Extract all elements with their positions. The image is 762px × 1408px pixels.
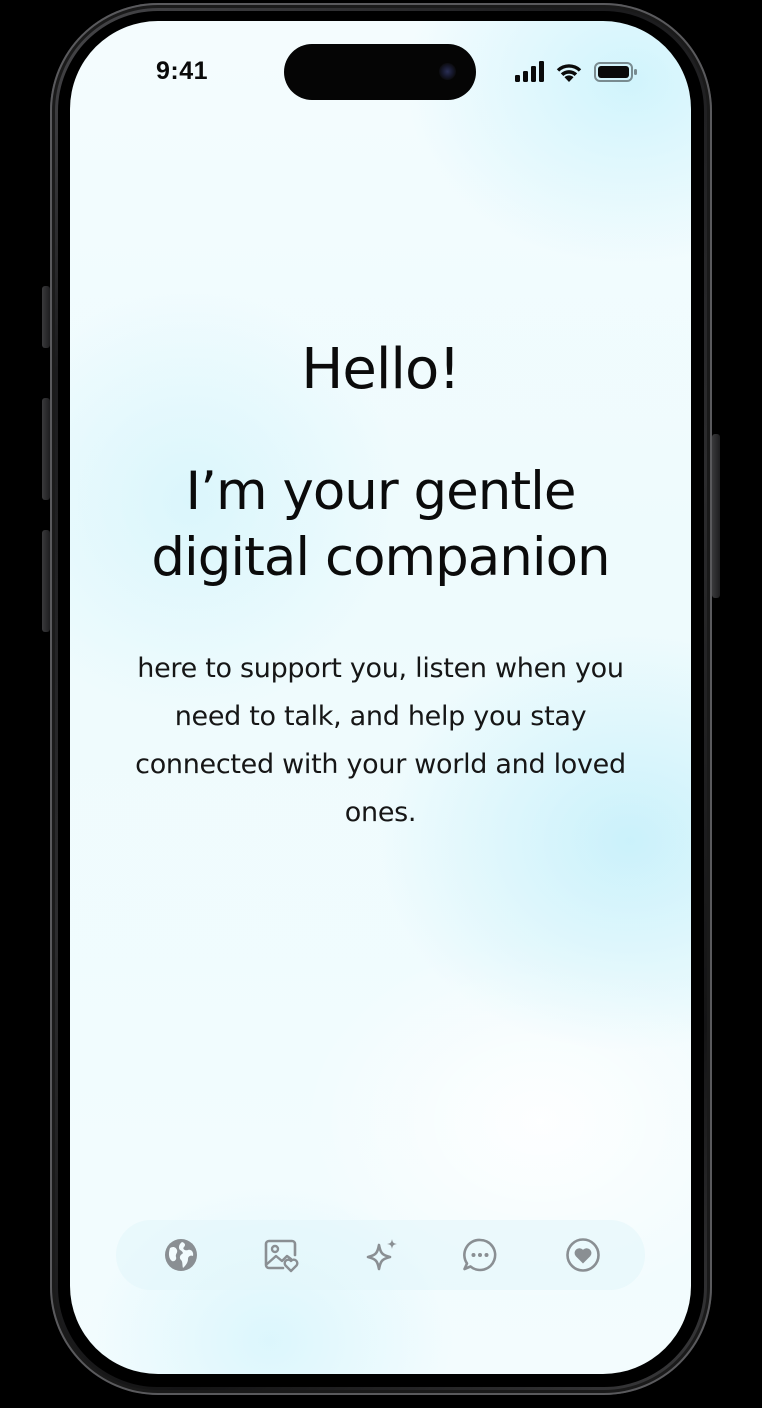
cellular-signal-icon [514, 60, 546, 84]
volume-down-button [42, 530, 50, 632]
bottom-nav-bar [116, 1220, 645, 1290]
nav-item-assistant[interactable] [362, 1235, 402, 1275]
app-screen: 9:41 Hello! I’m your gentle digital comp… [70, 21, 691, 1374]
status-time: 9:41 [156, 57, 209, 85]
headline-line-2: digital companion [151, 527, 610, 588]
action-button [42, 286, 50, 348]
greeting-title: Hello! [301, 337, 460, 402]
description-text: here to support you, listen when you nee… [135, 653, 626, 828]
nav-item-world[interactable] [161, 1235, 201, 1275]
volume-up-button [42, 398, 50, 500]
dynamic-island [284, 44, 476, 100]
nav-item-favorites[interactable] [563, 1235, 603, 1275]
photo-heart-icon [264, 1239, 299, 1273]
nav-item-chat[interactable] [460, 1235, 500, 1275]
sparkle-icon [366, 1239, 397, 1271]
nav-item-photos[interactable] [261, 1235, 301, 1275]
headline: I’m your gentle digital companion [70, 459, 691, 591]
headline-line-1: I’m your gentle [185, 461, 577, 522]
heart-circle-icon [566, 1238, 600, 1272]
globe-icon [165, 1239, 197, 1271]
front-camera-icon [439, 63, 456, 80]
chat-bubble-icon [463, 1238, 497, 1272]
battery-icon [594, 62, 638, 82]
power-button [712, 434, 720, 598]
wifi-icon [554, 61, 584, 83]
status-icons [514, 60, 638, 84]
device-mockup: 9:41 Hello! I’m your gentle digital comp… [0, 0, 762, 1408]
